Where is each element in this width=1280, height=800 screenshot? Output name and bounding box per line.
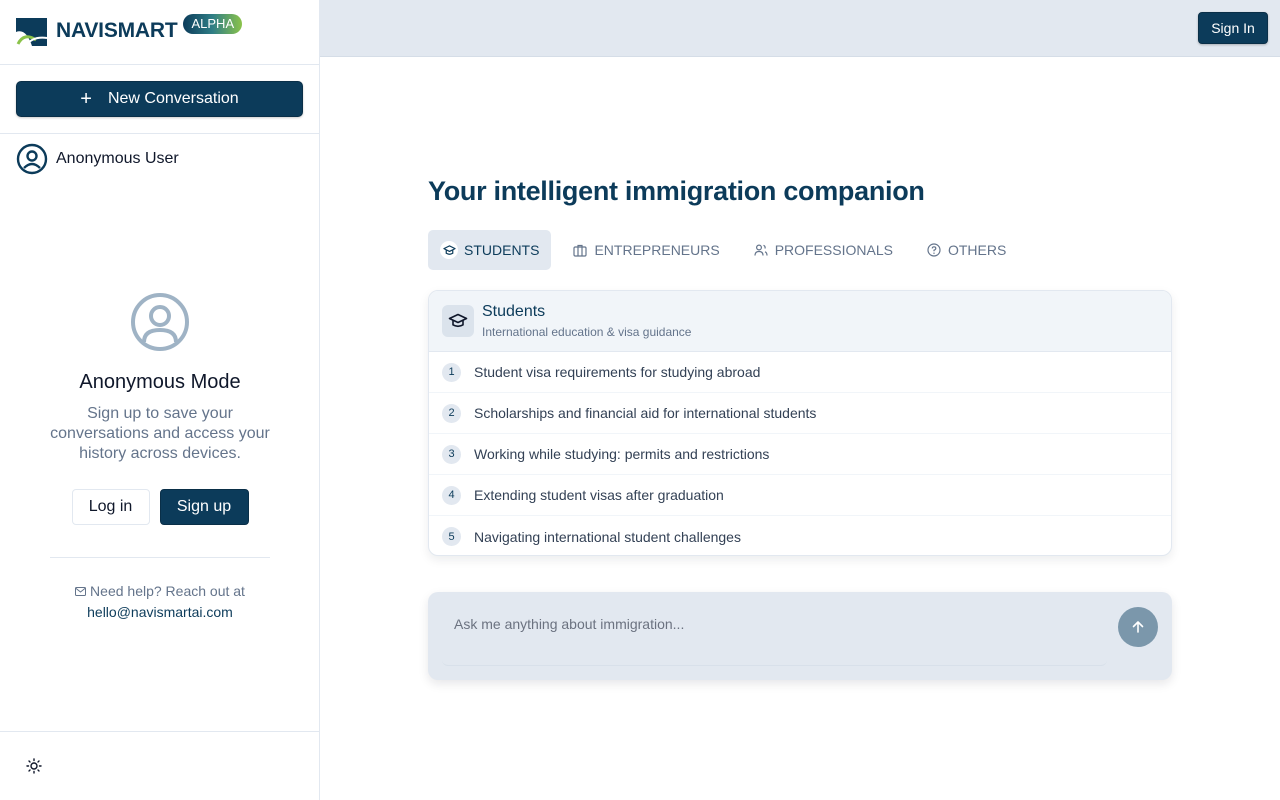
top-bar: Sign In xyxy=(320,0,1280,57)
list-item[interactable]: 1 Student visa requirements for studying… xyxy=(429,352,1171,393)
tab-professionals[interactable]: PROFESSIONALS xyxy=(742,230,905,270)
help-text: Need help? Reach out at xyxy=(90,583,245,599)
students-topics-card: Students International education & visa … xyxy=(428,290,1172,556)
new-conversation-section: + New Conversation xyxy=(0,65,319,134)
item-number: 3 xyxy=(442,444,461,464)
page-title: Your intelligent immigration companion xyxy=(428,176,925,206)
signup-button[interactable]: Sign up xyxy=(159,489,249,525)
item-text: Extending student visas after graduation xyxy=(474,487,724,503)
login-button[interactable]: Log in xyxy=(71,489,150,525)
tab-entrepreneurs[interactable]: ENTREPRENEURS xyxy=(561,230,731,270)
graduation-cap-icon xyxy=(442,305,474,337)
user-row[interactable]: Anonymous User xyxy=(0,134,319,184)
item-number: 5 xyxy=(442,527,461,546)
card-header: Students International education & visa … xyxy=(429,291,1171,352)
sign-in-button[interactable]: Sign In xyxy=(1198,12,1268,44)
divider xyxy=(50,557,270,558)
tab-label: ENTREPRENEURS xyxy=(594,242,720,258)
user-avatar-icon xyxy=(16,143,48,175)
item-text: Student visa requirements for studying a… xyxy=(474,364,761,380)
help-circle-icon xyxy=(927,243,941,257)
tab-label: PROFESSIONALS xyxy=(774,242,893,258)
plus-icon: + xyxy=(80,88,92,110)
anonymous-avatar-icon xyxy=(131,293,189,351)
help-section: Need help? Reach out at hello@navismarta… xyxy=(75,581,245,623)
tab-label: OTHERS xyxy=(947,242,1007,258)
card-titles: Students International education & visa … xyxy=(482,303,691,339)
tab-label: STUDENTS xyxy=(464,242,540,258)
list-item[interactable]: 4 Extending student visas after graduati… xyxy=(429,475,1171,516)
users-icon xyxy=(754,244,768,256)
navismart-logo-icon xyxy=(16,18,47,46)
message-composer xyxy=(428,592,1172,680)
briefcase-icon xyxy=(573,244,588,257)
item-text: Working while studying: permits and rest… xyxy=(474,446,770,462)
sidebar-footer xyxy=(0,731,319,800)
tab-students[interactable]: STUDENTS xyxy=(428,230,552,270)
tab-others[interactable]: OTHERS xyxy=(915,230,1018,270)
theme-toggle-button[interactable] xyxy=(24,756,44,776)
graduation-cap-icon xyxy=(440,241,458,259)
send-button[interactable] xyxy=(1118,607,1158,647)
list-item[interactable]: 2 Scholarships and financial aid for int… xyxy=(429,393,1171,434)
help-email-link[interactable]: hello@navismartai.com xyxy=(75,602,245,623)
item-text: Navigating international student challen… xyxy=(474,528,741,545)
card-title: Students xyxy=(482,303,546,320)
mail-icon xyxy=(75,587,87,596)
anonymous-mode-title: Anonymous Mode xyxy=(79,371,241,393)
item-text: Scholarships and financial aid for inter… xyxy=(474,405,817,421)
list-item[interactable]: 5 Navigating international student chall… xyxy=(429,516,1171,555)
user-name: Anonymous User xyxy=(56,150,179,167)
category-tabs: STUDENTS ENTREPRENEURS PROFESSIONALS OTH… xyxy=(428,230,1028,270)
new-conversation-button[interactable]: + New Conversation xyxy=(16,81,303,117)
card-subtitle: International education & visa guidance xyxy=(482,325,692,339)
brand-name: NAVISMART xyxy=(56,19,178,42)
auth-buttons: Log in Sign up xyxy=(71,489,249,525)
brand-header: NAVISMART ALPHA xyxy=(0,0,319,65)
anonymous-mode-description: Sign up to save your conversations and a… xyxy=(50,405,270,462)
sun-icon xyxy=(26,758,42,774)
message-input[interactable] xyxy=(442,606,1107,666)
anonymous-mode-panel: Anonymous Mode Sign up to save your conv… xyxy=(0,292,320,623)
item-number: 1 xyxy=(442,362,461,382)
item-number: 4 xyxy=(442,485,461,505)
alpha-badge: ALPHA xyxy=(183,14,243,34)
arrow-up-icon xyxy=(1132,621,1144,633)
sidebar: NAVISMART ALPHA + New Conversation Anony… xyxy=(0,0,320,800)
new-conversation-label: New Conversation xyxy=(107,90,239,107)
item-number: 2 xyxy=(442,403,461,423)
list-item[interactable]: 3 Working while studying: permits and re… xyxy=(429,434,1171,475)
